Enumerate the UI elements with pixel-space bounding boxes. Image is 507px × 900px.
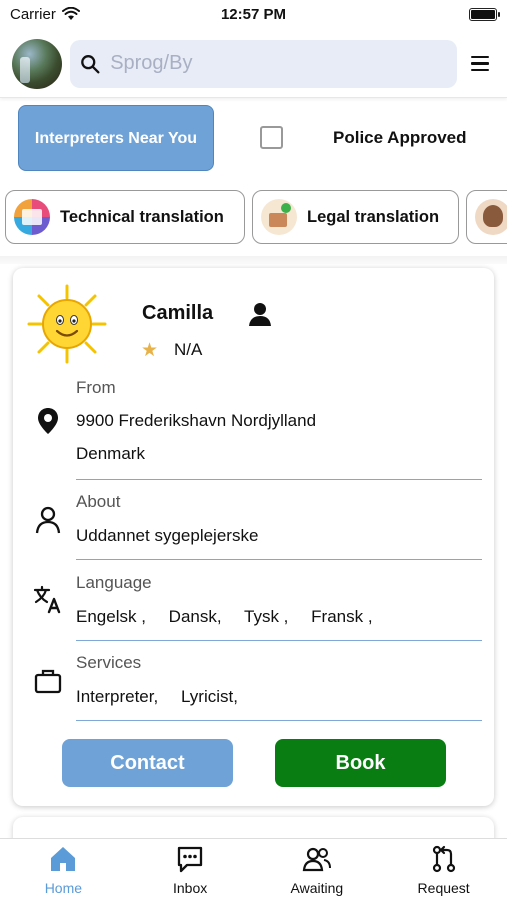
police-approved-label[interactable]: Police Approved bbox=[333, 128, 467, 148]
search-icon bbox=[81, 54, 100, 73]
about-section: About Uddannet sygeplejerske bbox=[76, 492, 482, 560]
app-header bbox=[0, 30, 507, 98]
bottom-tab-bar: Home Inbox Awaiting Request bbox=[0, 838, 507, 900]
about-label: About bbox=[76, 492, 121, 511]
technical-translation-icon bbox=[14, 199, 50, 235]
filter-row: Interpreters Near You Police Approved bbox=[0, 104, 507, 174]
translate-icon bbox=[33, 585, 61, 614]
services-list: Interpreter, Lyricist, bbox=[76, 687, 482, 707]
hamburger-menu-icon[interactable] bbox=[465, 49, 495, 79]
chip-label: Technical translation bbox=[60, 207, 224, 226]
services-label: Services bbox=[76, 653, 142, 672]
chip-label: Legal translation bbox=[307, 207, 440, 226]
service-item: Lyricist, bbox=[180, 687, 238, 706]
tab-label: Request bbox=[417, 879, 470, 896]
from-address: 9900 Frederikshavn Nordjylland bbox=[76, 411, 317, 430]
from-country: Denmark bbox=[76, 444, 145, 463]
sun-avatar-icon bbox=[27, 284, 107, 364]
status-time: 12:57 PM bbox=[220, 5, 287, 23]
tab-label: Home bbox=[44, 879, 83, 896]
language-item: Fransk , bbox=[311, 607, 373, 626]
chip-technical-translation[interactable]: Technical translation bbox=[5, 190, 245, 244]
star-icon: ★ bbox=[141, 340, 159, 361]
services-section: Services Interpreter, Lyricist, bbox=[76, 653, 482, 721]
interpreters-near-you-button[interactable]: Interpreters Near You bbox=[18, 105, 214, 171]
book-button[interactable]: Book bbox=[275, 739, 446, 787]
police-approved-checkbox[interactable] bbox=[260, 126, 283, 149]
language-item: Tysk , bbox=[244, 607, 289, 626]
chip-more[interactable] bbox=[466, 190, 507, 244]
tab-request[interactable]: Request bbox=[380, 839, 507, 900]
avatar[interactable] bbox=[12, 38, 62, 89]
battery-icon bbox=[469, 7, 500, 21]
interpreter-card[interactable]: Camilla ★ N/A From 9900 Frederikshavn No… bbox=[13, 268, 494, 806]
briefcase-icon bbox=[34, 669, 62, 694]
category-chip-row[interactable]: Technical translation Legal translation bbox=[0, 190, 507, 246]
users-icon bbox=[302, 847, 331, 871]
person-icon bbox=[475, 199, 507, 235]
language-label: Language bbox=[76, 573, 152, 592]
from-section: From 9900 Frederikshavn Nordjylland Denm… bbox=[76, 378, 482, 480]
from-label: From bbox=[76, 378, 116, 397]
location-pin-icon bbox=[38, 408, 58, 434]
service-item: Interpreter, bbox=[76, 687, 159, 706]
home-icon bbox=[51, 846, 76, 871]
rating-value: N/A bbox=[174, 340, 203, 359]
interpreter-name: Camilla bbox=[142, 302, 214, 324]
language-list: Engelsk , Dansk, Tysk , Fransk , bbox=[76, 607, 482, 627]
chip-legal-translation[interactable]: Legal translation bbox=[252, 190, 459, 244]
tab-label: Inbox bbox=[173, 879, 208, 896]
from-value: 9900 Frederikshavn Nordjylland Denmark bbox=[76, 404, 482, 470]
tab-inbox[interactable]: Inbox bbox=[127, 839, 254, 900]
user-outline-icon bbox=[35, 506, 61, 534]
divider bbox=[0, 256, 507, 264]
tab-home[interactable]: Home bbox=[0, 839, 127, 900]
language-section: Language Engelsk , Dansk, Tysk , Fransk … bbox=[76, 573, 482, 641]
search-input[interactable] bbox=[110, 52, 447, 75]
language-item: Dansk, bbox=[168, 607, 222, 626]
legal-translation-icon bbox=[261, 199, 297, 235]
about-value: Uddannet sygeplejerske bbox=[76, 526, 259, 545]
status-bar: Carrier 12:57 PM bbox=[0, 0, 507, 28]
pull-request-icon bbox=[432, 845, 455, 872]
chat-bubble-icon bbox=[177, 846, 203, 872]
language-item: Engelsk , bbox=[76, 607, 146, 626]
tab-awaiting[interactable]: Awaiting bbox=[254, 839, 381, 900]
contact-button[interactable]: Contact bbox=[62, 739, 233, 787]
person-silhouette-icon bbox=[249, 303, 271, 326]
tab-label: Awaiting bbox=[290, 879, 344, 896]
search-box[interactable] bbox=[70, 39, 457, 88]
